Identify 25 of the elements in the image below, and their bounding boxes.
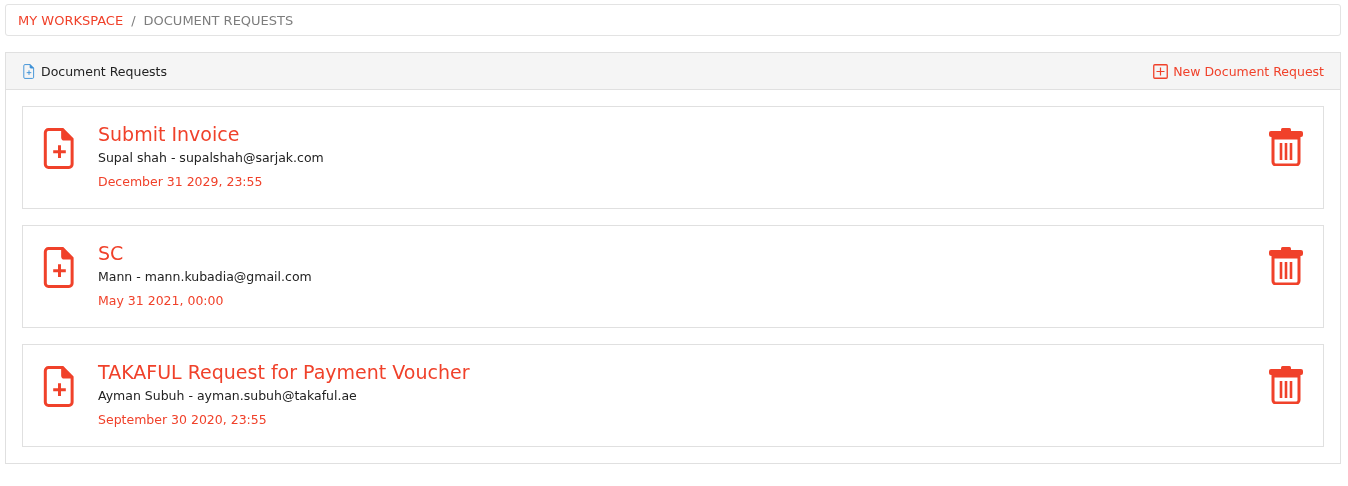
panel-title: Document Requests bbox=[41, 63, 168, 79]
file-plus-icon bbox=[43, 128, 76, 169]
delete-button[interactable] bbox=[1269, 247, 1303, 285]
request-due-date: September 30 2020, 23:55 bbox=[98, 412, 268, 428]
request-due-date: May 31 2021, 00:00 bbox=[98, 293, 225, 309]
breadcrumb-link[interactable]: MY WORKSPACE bbox=[18, 12, 124, 28]
request-title[interactable]: TAKAFUL Request for Payment Voucher bbox=[98, 360, 1269, 384]
breadcrumb-current: DOCUMENT REQUESTS bbox=[143, 12, 294, 28]
file-plus-icon bbox=[23, 63, 35, 79]
new-request-button[interactable]: New Document Request bbox=[1153, 63, 1324, 79]
file-plus-icon bbox=[43, 366, 76, 407]
plus-square-icon bbox=[1153, 63, 1169, 79]
breadcrumb-separator: / bbox=[131, 12, 136, 28]
request-title[interactable]: SC bbox=[98, 241, 1269, 265]
file-plus-icon bbox=[43, 247, 76, 288]
request-contact: Supal shah - supalshah@sarjak.com bbox=[98, 150, 325, 166]
request-contact: Ayman Subuh - ayman.subuh@takaful.ae bbox=[98, 388, 358, 404]
trash-icon bbox=[1269, 366, 1303, 404]
trash-icon bbox=[1269, 247, 1303, 285]
request-title[interactable]: Submit Invoice bbox=[98, 122, 1269, 146]
request-due-date: December 31 2029, 23:55 bbox=[98, 174, 264, 190]
trash-icon bbox=[1269, 128, 1303, 166]
delete-button[interactable] bbox=[1269, 128, 1303, 166]
delete-button[interactable] bbox=[1269, 366, 1303, 404]
request-contact: Mann - mann.kubadia@gmail.com bbox=[98, 269, 313, 285]
